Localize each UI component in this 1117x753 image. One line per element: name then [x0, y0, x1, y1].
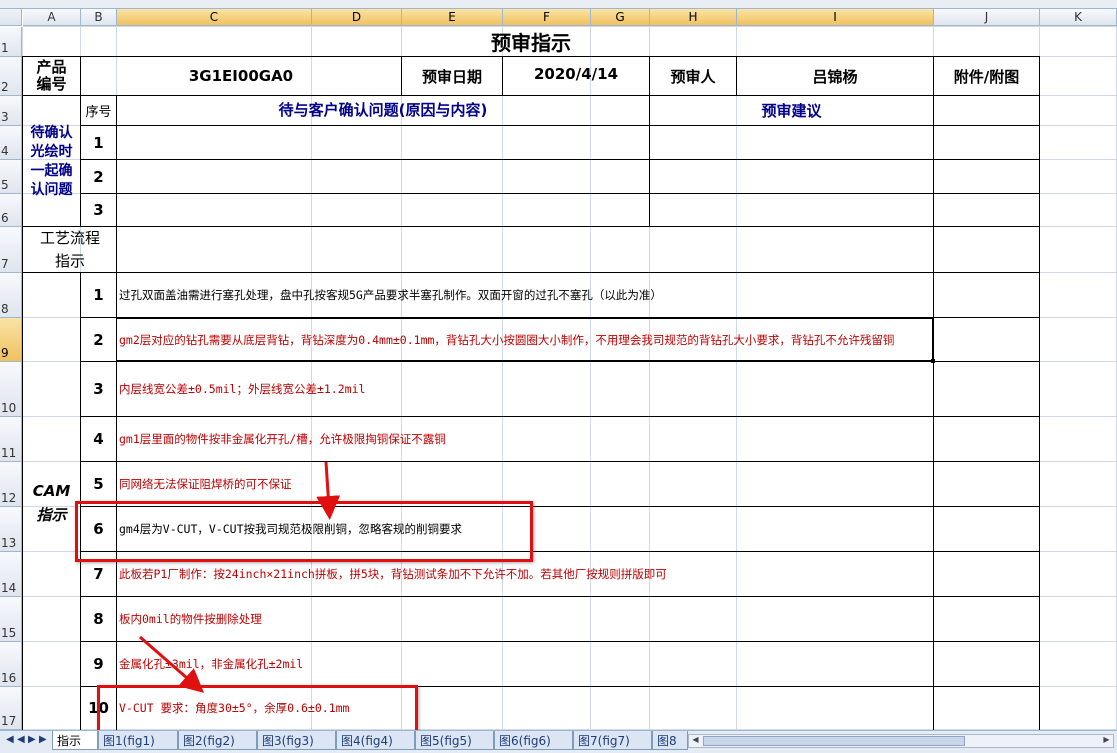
- sheet-tab[interactable]: 图2(fig2): [178, 731, 257, 750]
- next-sheet-arrow-icon[interactable]: ▶: [28, 734, 36, 745]
- spreadsheet-grid[interactable]: ABCDEFGHIJK 1 2 3 4 5 6 7 8 9 10 11 12 13 14 15 16 17 预审…: [0, 0, 1117, 730]
- horizontal-scrollbar[interactable]: ◀ ▶: [688, 734, 1114, 748]
- sheet-tab[interactable]: 指示: [52, 731, 98, 750]
- last-sheet-arrow-icon[interactable]: ▶: [39, 734, 47, 745]
- scroll-left-arrow-icon[interactable]: ◀: [689, 735, 702, 747]
- sheet-tab[interactable]: 图5(fig5): [415, 731, 494, 750]
- sheet-tab[interactable]: 图4(fig4): [336, 731, 415, 750]
- annotation-arrow-down: [316, 461, 341, 520]
- sheet-tab-bar: ◀ ◀ ▶ ▶ 指示 图1(fig1) 图2(fig2) 图3(fig3) 图4(fig…: [0, 730, 1117, 753]
- prev-sheet-arrow-icon[interactable]: ◀: [17, 734, 25, 745]
- sheet-tab[interactable]: 图1(fig1): [98, 731, 178, 750]
- scroll-right-arrow-icon[interactable]: ▶: [1100, 735, 1113, 747]
- sheet-tab[interactable]: 图3(fig3): [257, 731, 336, 750]
- sheet-tab[interactable]: 图8: [652, 731, 688, 750]
- sheet-tab[interactable]: 图7(fig7): [573, 731, 652, 750]
- annotation-arrows: [139, 461, 341, 693]
- first-sheet-arrow-icon[interactable]: ◀: [6, 734, 14, 745]
- annotation-arrow-diagonal: [139, 635, 205, 693]
- scroll-thumb[interactable]: [703, 736, 965, 746]
- sheet-tab[interactable]: 图6(fig6): [494, 731, 573, 750]
